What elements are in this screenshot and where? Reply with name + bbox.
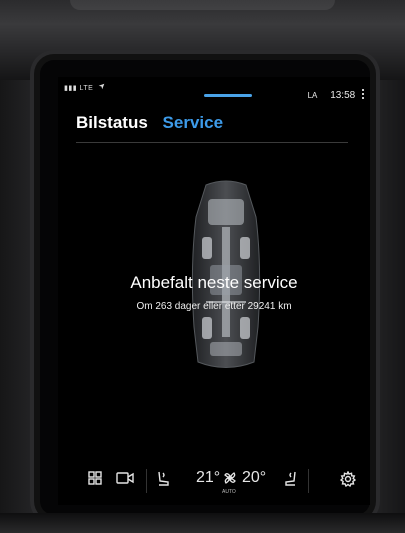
dashboard-right-trim xyxy=(365,80,405,520)
dashboard-bottom-trim xyxy=(0,513,405,533)
camera-icon[interactable] xyxy=(116,471,134,489)
driver-profile-label[interactable]: LA xyxy=(308,91,318,100)
navigation-arrow-icon xyxy=(98,83,105,92)
seat-heat-left-icon[interactable] xyxy=(156,471,170,491)
fan-icon[interactable] xyxy=(223,471,237,489)
top-panel-handle[interactable] xyxy=(204,94,252,97)
settings-gear-icon[interactable] xyxy=(339,470,357,491)
service-title: Anbefalt neste service xyxy=(130,273,298,292)
network-label: LTE xyxy=(79,85,94,92)
tabs-divider xyxy=(76,142,348,143)
dashboard-left-trim xyxy=(0,80,40,520)
more-icon[interactable] xyxy=(362,89,366,99)
clock: 13:58 xyxy=(330,90,356,101)
status-right: LA 13:58 xyxy=(308,89,366,101)
service-subtitle: Om 263 dager eller etter 29241 km xyxy=(136,301,292,312)
tab-bilstatus[interactable]: Bilstatus xyxy=(76,113,148,133)
climate-bar: 21° AUTO 20° xyxy=(58,459,370,505)
tab-service[interactable]: Service xyxy=(163,113,224,133)
bar-separator xyxy=(308,469,309,493)
passenger-temperature[interactable]: 20° xyxy=(242,469,266,487)
seat-heat-right-icon[interactable] xyxy=(284,471,298,491)
status-bar: ▮▮▮ LTE LA 13:58 xyxy=(58,77,370,101)
bar-separator xyxy=(146,469,147,493)
home-grid-icon[interactable] xyxy=(88,471,102,489)
status-left: ▮▮▮ LTE xyxy=(64,83,105,92)
driver-temperature[interactable]: 21° xyxy=(196,469,220,487)
fan-mode-label: AUTO xyxy=(222,489,236,495)
signal-icon: ▮▮▮ xyxy=(64,85,78,92)
tab-bar: Bilstatus Service xyxy=(76,113,233,133)
infotainment-screen: ▮▮▮ LTE LA 13:58 Bilstatus Service Anbef… xyxy=(58,77,370,505)
